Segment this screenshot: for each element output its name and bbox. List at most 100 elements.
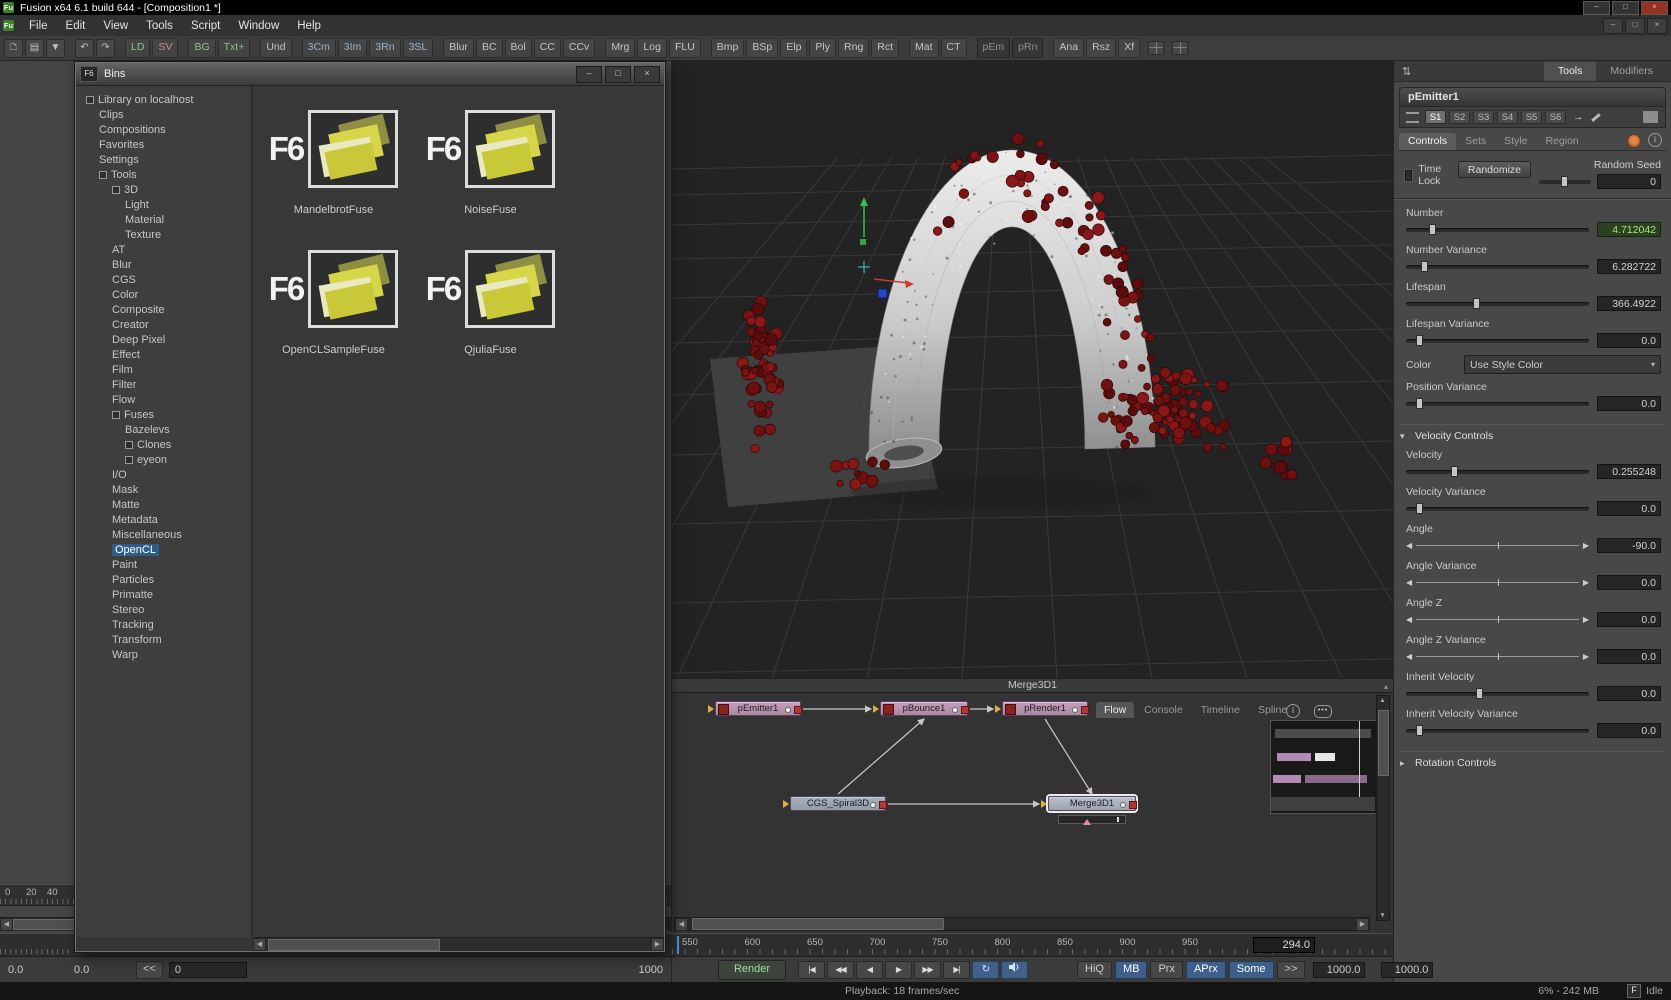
slider-track[interactable] — [1406, 265, 1589, 269]
output-port-icon[interactable] — [879, 801, 887, 809]
input-port-icon[interactable] — [995, 705, 1005, 713]
control-tab-controls[interactable]: Controls — [1399, 133, 1456, 150]
expander-box-icon[interactable] — [125, 441, 133, 449]
toolbar-button-prn[interactable]: pRn — [1012, 38, 1043, 58]
scrollbar-thumb[interactable] — [1378, 710, 1389, 776]
tree-item-mask[interactable]: Mask — [76, 482, 251, 497]
merge3d1-mini-slider[interactable] — [1058, 815, 1126, 824]
param-value[interactable]: 0.0 — [1597, 723, 1661, 738]
control-tab-region[interactable]: Region — [1536, 133, 1587, 150]
audio-button[interactable] — [1001, 961, 1028, 979]
tree-item-compositions[interactable]: Compositions — [76, 122, 251, 137]
slider-handle[interactable] — [1476, 688, 1483, 699]
slider-handle[interactable] — [1416, 398, 1423, 409]
maximize-button[interactable]: □ — [1612, 1, 1639, 15]
slider-track[interactable] — [1406, 402, 1589, 406]
toolbar-button-ply[interactable]: Ply — [809, 38, 836, 58]
quality-button-prx[interactable]: Prx — [1150, 961, 1183, 979]
tree-item-settings[interactable]: Settings — [76, 152, 251, 167]
scrollbar-thumb[interactable] — [692, 918, 944, 930]
tree-item-fuses[interactable]: Fuses — [76, 407, 251, 422]
render-button[interactable]: Render — [718, 960, 786, 980]
toolbar-button-ccv[interactable]: CCv — [563, 38, 595, 58]
menu-window[interactable]: Window — [229, 16, 288, 36]
toolbar-button-3rn[interactable]: 3Rn — [369, 38, 400, 58]
tree-item-composite[interactable]: Composite — [76, 302, 251, 317]
play-button[interactable]: ▶ — [885, 961, 912, 979]
toolbar-button-sv[interactable]: SV — [152, 38, 178, 58]
expander-box-icon[interactable] — [86, 96, 94, 104]
doc-restore-button[interactable]: □ — [1625, 18, 1645, 34]
version-button-s1[interactable]: S1 — [1425, 110, 1446, 124]
step-back-button[interactable]: << — [136, 961, 163, 979]
toolbar-button-log[interactable]: Log — [637, 38, 667, 58]
arrow-left-icon[interactable]: ◀ — [1406, 541, 1412, 550]
screw-slider[interactable]: ◀▶ — [1406, 652, 1589, 661]
flow-tab-console[interactable]: Console — [1136, 702, 1191, 718]
toolbar-button-bsp[interactable]: BSp — [746, 38, 778, 58]
pipeline-icon[interactable] — [1406, 112, 1419, 123]
tree-item-warp[interactable]: Warp — [76, 647, 251, 662]
pen-icon[interactable] — [1591, 113, 1601, 122]
expander-box-icon[interactable] — [112, 411, 120, 419]
tree-item-clones[interactable]: Clones — [76, 437, 251, 452]
tree-item-primatte[interactable]: Primatte — [76, 587, 251, 602]
arrow-left-icon[interactable]: ◀ — [1406, 652, 1412, 661]
param-value[interactable]: 0.0 — [1597, 396, 1661, 411]
slider-handle[interactable] — [1473, 298, 1480, 309]
bin-item-noisefuse[interactable]: F6NoiseFuse — [412, 106, 569, 246]
expander-box-icon[interactable] — [99, 171, 107, 179]
random-seed-slider[interactable] — [1539, 180, 1591, 184]
gear-icon[interactable] — [1628, 135, 1640, 147]
toolbar-button-mat[interactable]: Mat — [909, 38, 939, 58]
bins-title-bar[interactable]: F6 Bins –□× — [76, 63, 664, 86]
param-value[interactable]: 0.255248 — [1597, 464, 1661, 479]
screw-slider[interactable]: ◀▶ — [1406, 578, 1589, 587]
output-port-icon[interactable] — [1081, 706, 1089, 714]
tree-item-i-o[interactable]: I/O — [76, 467, 251, 482]
time-lock-checkbox[interactable]: Time Lock — [1404, 163, 1450, 187]
param-dropdown[interactable]: Use Style Color▾ — [1464, 355, 1661, 374]
close-button[interactable]: × — [1641, 1, 1668, 15]
section-rotation-controls[interactable]: ▸Rotation Controls — [1400, 751, 1665, 769]
comp-start-value[interactable]: 0.0 — [8, 964, 66, 976]
toolbar-button-ld[interactable]: LD — [125, 38, 150, 58]
redo-icon[interactable]: ↷ — [96, 39, 115, 58]
arrow-left-icon[interactable]: ◀ — [1406, 615, 1412, 624]
slider-handle[interactable] — [1429, 224, 1436, 235]
checkbox-icon[interactable] — [1404, 169, 1413, 182]
param-value[interactable]: 6.282722 — [1597, 259, 1661, 274]
randomize-button[interactable]: Randomize — [1458, 161, 1531, 178]
flow-view[interactable]: pEmitter1pBounce1pRender1CGS_Spiral3DMer… — [672, 692, 1393, 933]
tree-item-particles[interactable]: Particles — [76, 572, 251, 587]
tree-item-tracking[interactable]: Tracking — [76, 617, 251, 632]
tree-item-paint[interactable]: Paint — [76, 557, 251, 572]
param-value[interactable]: 366.4922 — [1597, 296, 1661, 311]
node-header[interactable]: pEmitter1 — [1399, 87, 1666, 107]
tree-item-matte[interactable]: Matte — [76, 497, 251, 512]
arrow-left-icon[interactable]: ◀ — [1406, 578, 1412, 587]
toolbar-button-bg[interactable]: BG — [188, 38, 215, 58]
tree-item-eyeon[interactable]: eyeon — [76, 452, 251, 467]
bins-window[interactable]: F6 Bins –□× Library on localhostClipsCom… — [75, 62, 665, 952]
color-swatch-icon[interactable] — [1642, 110, 1659, 124]
slider-handle[interactable] — [1416, 503, 1423, 514]
quality-button-hiq[interactable]: HiQ — [1077, 961, 1112, 979]
tree-item-filter[interactable]: Filter — [76, 377, 251, 392]
tree-item-effect[interactable]: Effect — [76, 347, 251, 362]
toolbar-button-bmp[interactable]: Bmp — [711, 38, 745, 58]
version-button-s3[interactable]: S3 — [1473, 110, 1494, 124]
scroll-up-icon[interactable]: ▲ — [1377, 697, 1388, 704]
toolbar-button-mrg[interactable]: Mrg — [605, 38, 635, 58]
flow-tab-flow[interactable]: Flow — [1096, 702, 1134, 718]
tree-item-light[interactable]: Light — [76, 197, 251, 212]
toolbar-button-3im[interactable]: 3Im — [338, 38, 368, 58]
render-start-value[interactable]: 0.0 — [74, 964, 132, 976]
version-button-s6[interactable]: S6 — [1545, 110, 1566, 124]
control-tab-sets[interactable]: Sets — [1456, 133, 1495, 150]
param-value[interactable]: 0.0 — [1597, 333, 1661, 348]
arrow-right-icon[interactable]: ▶ — [1583, 578, 1589, 587]
fast-rewind-button[interactable]: ◀◀ — [827, 961, 854, 979]
tree-item-metadata[interactable]: Metadata — [76, 512, 251, 527]
tree-item-library-on-localhost[interactable]: Library on localhost — [76, 92, 251, 107]
